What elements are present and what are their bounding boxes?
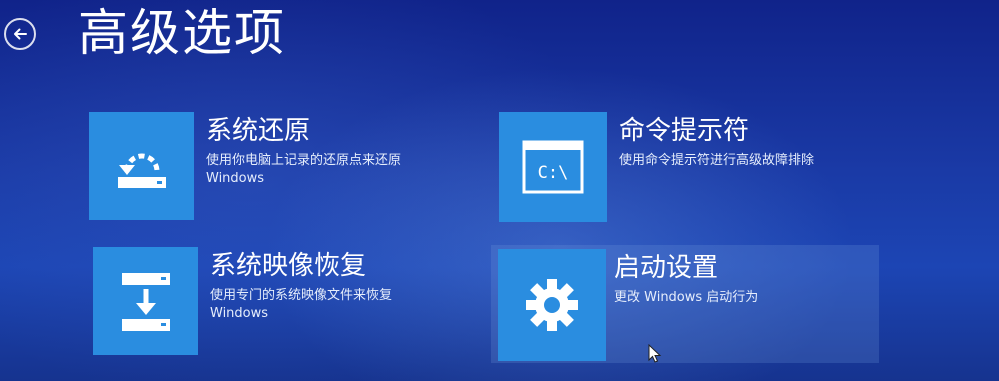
option-description: 使用你电脑上记录的还原点来还原 Windows: [206, 153, 402, 186]
svg-text:C:\: C:\: [538, 163, 569, 183]
option-title: 启动设置: [614, 253, 719, 283]
option-description: 使用专门的系统映像文件来恢复 Windows: [210, 288, 393, 321]
system-image-recovery-icon: [121, 273, 170, 331]
option-system-restore[interactable]: 系统还原 使用你电脑上记录的还原点来还原 Windows: [89, 112, 401, 220]
option-title: 命令提示符: [619, 116, 750, 146]
option-title: 系统还原: [206, 116, 311, 146]
back-button[interactable]: [4, 18, 36, 50]
mouse-cursor-icon: [648, 344, 662, 363]
startup-settings-gear-icon: [526, 279, 578, 331]
option-startup-settings[interactable]: 启动设置 更改 Windows 启动行为: [491, 245, 879, 363]
option-tile: [89, 112, 194, 220]
option-title: 系统映像恢复: [210, 251, 367, 281]
option-command-prompt[interactable]: C:\ 命令提示符 使用命令提示符进行高级故障排除: [499, 112, 814, 222]
page-title: 高级选项: [78, 4, 286, 62]
system-restore-icon: [117, 153, 166, 188]
option-tile: [93, 247, 198, 355]
option-tile: [498, 249, 606, 361]
option-system-image-recovery[interactable]: 系统映像恢复 使用专门的系统映像文件来恢复 Windows: [93, 247, 392, 355]
option-tile: C:\: [499, 112, 607, 222]
command-prompt-icon: C:\: [522, 140, 584, 194]
back-arrow-icon: [14, 28, 27, 40]
option-description: 更改 Windows 启动行为: [614, 290, 759, 305]
option-description: 使用命令提示符进行高级故障排除: [619, 153, 815, 168]
